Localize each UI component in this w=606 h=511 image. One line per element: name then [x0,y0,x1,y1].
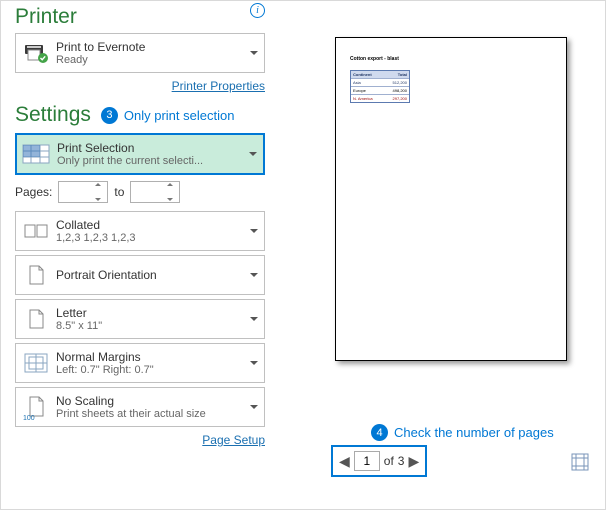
chevron-down-icon [250,229,258,233]
paper-size-select[interactable]: Letter 8.5" x 11" [15,299,265,339]
margins-sub: Left: 0.7" Right: 0.7" [56,364,260,376]
collated-select[interactable]: Collated 1,2,3 1,2,3 1,2,3 [15,211,265,251]
table-cell: 498,200 [380,87,409,94]
letter-icon [20,304,52,334]
printer-select[interactable]: Print to Evernote Ready [15,33,265,73]
callout-4-number: 4 [371,424,388,441]
table-row: N. America 297,200 [351,95,409,102]
pages-from-input[interactable] [58,181,108,203]
table-cell: 512,200 [380,79,409,86]
chevron-down-icon [250,405,258,409]
portrait-icon [20,260,52,290]
pages-row: Pages: to [15,181,265,203]
preview-table: Continent Total Asia 512,200 Europe 498,… [350,70,410,103]
table-cell: Asia [351,79,380,86]
paper-sub: 8.5" x 11" [56,320,260,332]
pages-to-label: to [114,185,124,199]
chevron-down-icon [250,51,258,55]
print-selection-icon [21,139,53,169]
chevron-down-icon [250,317,258,321]
chevron-down-icon [250,273,258,277]
spinner-down-icon[interactable] [167,198,173,201]
preview-doc-title: Cotton export - blast [350,56,566,62]
callout-3-text: Only print selection [124,108,235,123]
callout-4: 4 Check the number of pages [371,424,554,441]
collated-sub: 1,2,3 1,2,3 1,2,3 [56,232,260,244]
scaling-title: No Scaling [56,394,260,408]
table-cell: Europe [351,87,380,94]
print-area-select[interactable]: Print Selection Only print the current s… [15,133,265,175]
info-icon[interactable]: i [250,3,265,18]
collated-icon [20,216,52,246]
table-header-cell: Continent [351,71,380,78]
show-margins-button[interactable] [571,453,589,471]
scaling-badge: 100 [23,415,35,422]
spinner-down-icon[interactable] [95,198,101,201]
scaling-icon: 100 [20,392,52,422]
prev-page-icon[interactable]: ◀ [339,453,350,470]
chevron-down-icon [250,361,258,365]
paper-title: Letter [56,306,260,320]
scaling-sub: Print sheets at their actual size [56,408,260,420]
margins-select[interactable]: Normal Margins Left: 0.7" Right: 0.7" [15,343,265,383]
printer-properties-link[interactable]: Printer Properties [172,79,265,93]
table-row: Europe 498,200 [351,87,409,95]
orientation-select[interactable]: Portrait Orientation [15,255,265,295]
print-preview-page: Cotton export - blast Continent Total As… [335,37,567,361]
printer-heading: Printer i [15,5,265,29]
spinner-up-icon[interactable] [95,183,101,186]
table-header-cell: Total [380,71,409,78]
page-number-input[interactable] [354,451,380,471]
callout-3-number: 3 [101,107,118,124]
table-row: Asia 512,200 [351,79,409,87]
next-page-icon[interactable]: ▶ [408,453,419,470]
table-cell: N. America [351,95,380,102]
page-total: 3 [398,454,405,468]
page-navigation: ◀ of 3 ▶ [331,445,427,477]
margins-icon [20,348,52,378]
collated-title: Collated [56,218,260,232]
table-row: Continent Total [351,71,409,79]
scaling-select[interactable]: 100 No Scaling Print sheets at their act… [15,387,265,427]
page-setup-link[interactable]: Page Setup [202,433,265,447]
callout-4-text: Check the number of pages [394,425,554,440]
margins-title: Normal Margins [56,350,260,364]
pages-label: Pages: [15,185,52,199]
settings-heading: Settings [15,103,91,127]
print-area-title: Print Selection [57,141,259,155]
printer-name: Print to Evernote [56,40,260,54]
orientation-title: Portrait Orientation [56,268,260,282]
printer-status: Ready [56,54,260,66]
table-cell: 297,200 [380,95,409,102]
pages-to-input[interactable] [130,181,180,203]
printer-icon [20,38,52,68]
printer-heading-text: Printer [15,5,77,28]
spinner-up-icon[interactable] [167,183,173,186]
chevron-down-icon [249,152,257,156]
page-of-label: of [384,454,394,468]
callout-3: 3 Only print selection [101,107,235,124]
print-area-sub: Only print the current selecti... [57,155,259,167]
